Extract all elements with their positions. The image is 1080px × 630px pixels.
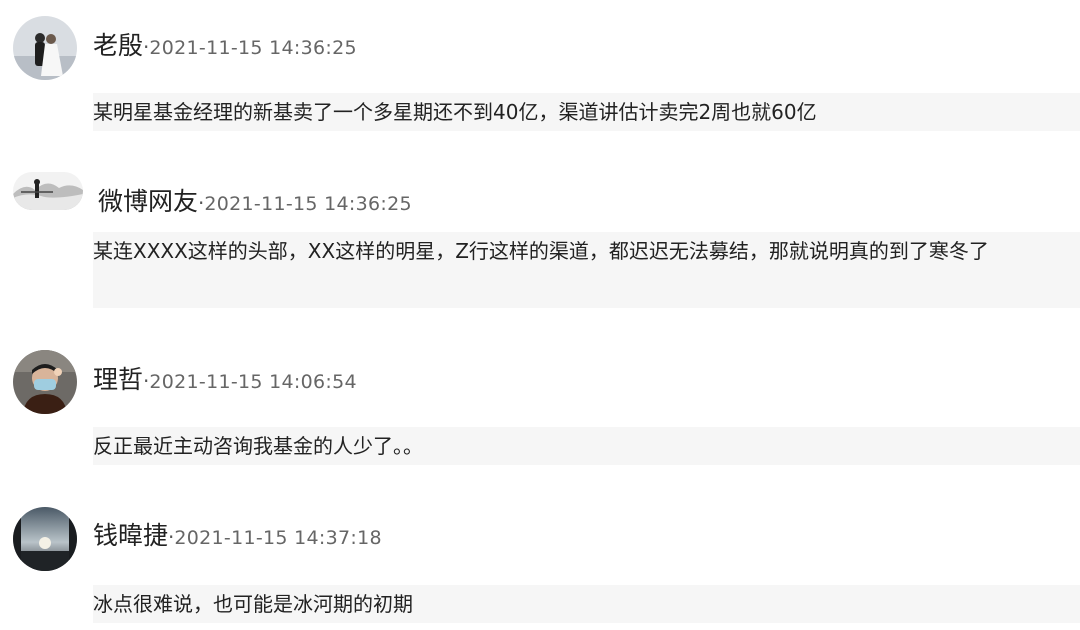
- comment-text: 反正最近主动咨询我基金的人少了。。: [93, 427, 1080, 465]
- ink-landscape-icon: [13, 172, 83, 210]
- user-avatar[interactable]: [13, 16, 77, 80]
- user-name[interactable]: 钱暐捷: [93, 521, 168, 550]
- timestamp: 2021-11-15 14:37:18: [174, 527, 382, 549]
- user-name[interactable]: 微博网友: [98, 187, 198, 216]
- timestamp: 2021-11-15 14:36:25: [149, 37, 357, 59]
- comment-text: 冰点很难说，也可能是冰河期的初期: [93, 585, 1080, 623]
- timestamp: 2021-11-15 14:36:25: [204, 193, 412, 215]
- comment-header: 钱暐捷·2021-11-15 14:37:18: [93, 516, 382, 552]
- comment-text: 某连XXXX这样的头部，XX这样的明星，Z行这样的渠道，都迟迟无法募结，那就说明…: [93, 232, 1080, 308]
- user-avatar[interactable]: [13, 350, 77, 414]
- timestamp: 2021-11-15 14:06:54: [149, 371, 357, 393]
- user-name[interactable]: 理哲: [93, 365, 143, 394]
- comment-header: 老殷·2021-11-15 14:36:25: [93, 26, 357, 62]
- user-name[interactable]: 老殷: [93, 31, 143, 60]
- comment-header: 微博网友·2021-11-15 14:36:25: [98, 182, 412, 218]
- masked-person-icon: [13, 350, 77, 414]
- comment-header: 理哲·2021-11-15 14:06:54: [93, 360, 357, 396]
- wedding-photo-icon: [13, 16, 77, 80]
- user-avatar[interactable]: [13, 507, 77, 571]
- sunset-sky-icon: [13, 507, 77, 571]
- user-avatar[interactable]: [13, 172, 83, 210]
- comment-text: 某明星基金经理的新基卖了一个多星期还不到40亿，渠道讲估计卖完2周也就60亿: [93, 93, 1080, 131]
